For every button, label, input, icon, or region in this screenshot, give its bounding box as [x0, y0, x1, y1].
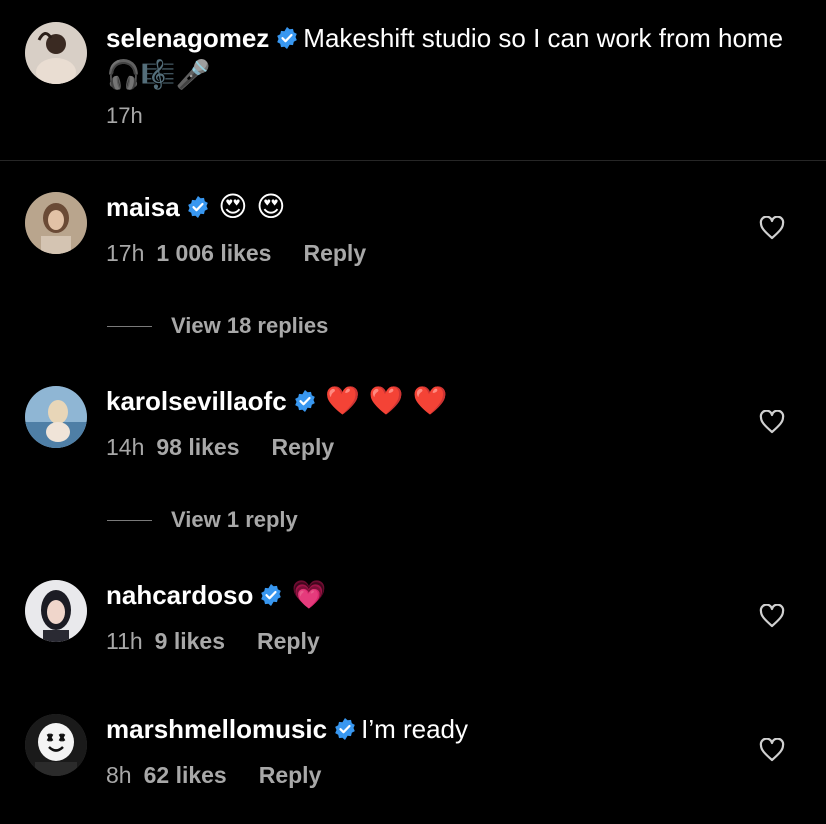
like-heart-icon[interactable] — [759, 738, 785, 762]
view-replies-button[interactable]: View 18 replies — [107, 311, 328, 341]
post-author-avatar[interactable] — [25, 22, 87, 84]
view-replies-label: View 18 replies — [171, 313, 329, 338]
post-timestamp: 17h — [106, 103, 143, 128]
comment-username[interactable]: karolsevillaofc — [106, 386, 287, 416]
comment-maisa: maisa 😍 😍 — [106, 190, 285, 229]
comment-username[interactable]: nahcardoso — [106, 580, 253, 610]
post-caption-emojis: 🎧🎼🎤 — [106, 58, 211, 91]
replies-line — [107, 519, 152, 521]
comment-timestamp: 11h — [106, 628, 143, 654]
comment-username[interactable]: maisa — [106, 192, 180, 222]
like-heart-icon[interactable] — [759, 604, 785, 628]
comment-likes[interactable]: 9 likes — [155, 628, 225, 654]
comment-timestamp: 8h — [106, 762, 132, 788]
replies-line — [107, 325, 152, 327]
comment-emojis: 💗 — [291, 578, 327, 611]
like-heart-icon[interactable] — [759, 410, 785, 434]
caption-divider — [0, 160, 826, 161]
reply-button[interactable]: Reply — [303, 240, 366, 266]
reply-button[interactable]: Reply — [257, 628, 320, 654]
comment-marshmellomusic: marshmellomusic I’m ready — [106, 712, 468, 751]
comment-emojis: 😍 😍 — [218, 190, 286, 223]
comment-likes[interactable]: 98 likes — [156, 434, 239, 460]
comment-username[interactable]: marshmellomusic — [106, 714, 327, 744]
view-replies-label: View 1 reply — [171, 507, 298, 532]
comment-meta: 8h 62 likes Reply — [106, 762, 321, 789]
comment-meta: 14h 98 likes Reply — [106, 434, 334, 461]
comment-avatar-marshmellomusic[interactable] — [25, 714, 87, 776]
comment-avatar-nahcardoso[interactable] — [25, 580, 87, 642]
comment-likes[interactable]: 62 likes — [144, 762, 227, 788]
reply-button[interactable]: Reply — [259, 762, 322, 788]
comment-avatar-karolsevillaofc[interactable] — [25, 386, 87, 448]
comment-text: I’m ready — [361, 714, 469, 744]
comment-likes[interactable]: 1 006 likes — [156, 240, 271, 266]
verified-badge-icon — [277, 27, 298, 49]
post-caption: selenagomez Makeshift studio so I can wor… — [106, 22, 796, 96]
comment-timestamp: 14h — [106, 434, 145, 460]
comment-avatar-maisa[interactable] — [25, 192, 87, 254]
reply-button[interactable]: Reply — [272, 434, 335, 460]
verified-badge-icon — [335, 718, 355, 740]
comment-meta: 11h 9 likes Reply — [106, 628, 320, 655]
verified-badge-icon — [294, 390, 315, 412]
like-heart-icon[interactable] — [759, 216, 785, 240]
post-author-username[interactable]: selenagomez — [106, 23, 269, 53]
comment-nahcardoso: nahcardoso 💗 — [106, 578, 327, 617]
comment-karolsevillaofc: karolsevillaofc ❤️ ❤️ ❤️ — [106, 384, 448, 423]
comment-emojis: ❤️ ❤️ ❤️ — [325, 384, 448, 417]
comment-timestamp: 17h — [106, 240, 145, 266]
post-caption-text: Makeshift studio so I can work from home — [303, 23, 784, 53]
verified-badge-icon — [187, 196, 208, 218]
verified-badge-icon — [261, 584, 282, 606]
comments-screen: selenagomez Makeshift studio so I can wor… — [0, 0, 826, 824]
comment-meta: 17h 1 006 likes Reply — [106, 240, 366, 267]
view-replies-button[interactable]: View 1 reply — [107, 505, 298, 535]
